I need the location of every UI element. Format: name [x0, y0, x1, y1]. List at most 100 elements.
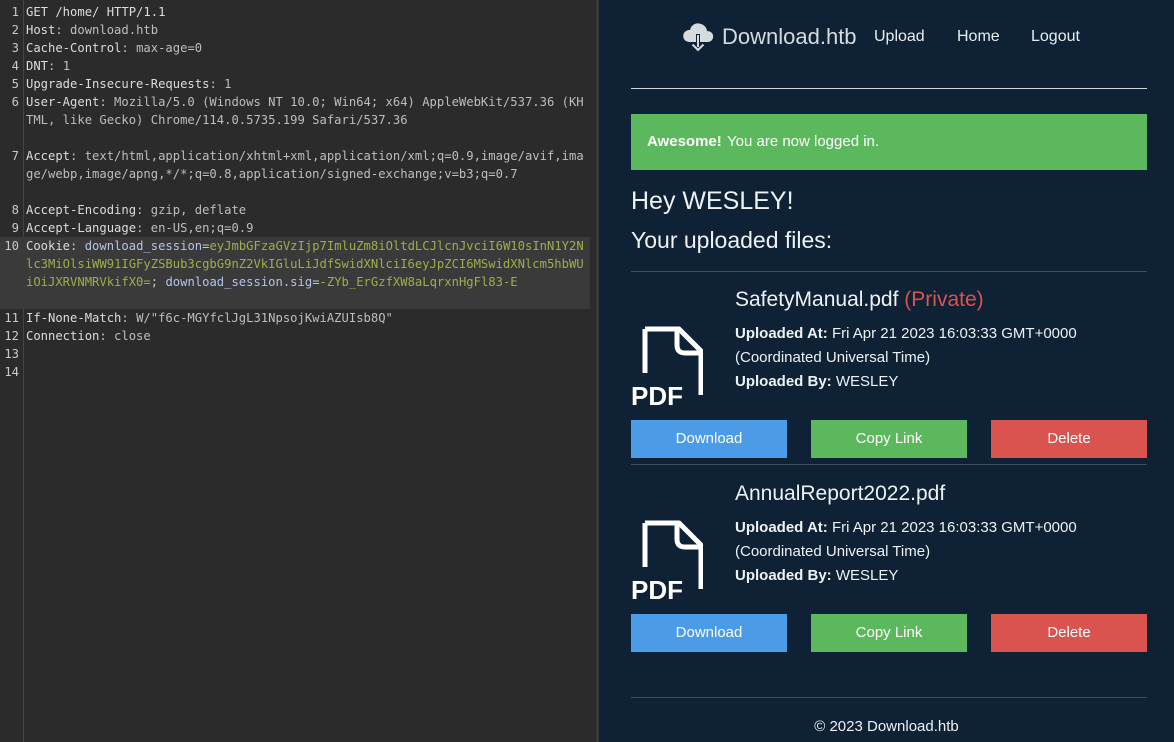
line-content: Cookie: download_session=eyJmbGFzaGVzIjp…: [26, 237, 586, 291]
file-name: SafetyManual.pdf (Private): [735, 287, 984, 313]
alert-strong: Awesome!: [647, 133, 722, 150]
header-value: : text/html,application/xhtml+xml,applic…: [26, 149, 584, 181]
request-line: 8 Accept-Encoding: gzip, deflate: [0, 201, 590, 219]
header-value: : en-US,en;q=0.9: [136, 221, 254, 235]
download-button[interactable]: Download: [631, 614, 787, 652]
line-content: If-None-Match: W/"f6c-MGYfclJgL31NpsojKw…: [26, 309, 586, 327]
request-line: 4 DNT: 1: [0, 57, 590, 75]
request-line: 7 Accept: text/html,application/xhtml+xml…: [0, 147, 590, 201]
request-line: 1 GET /home/ HTTP/1.1: [0, 3, 590, 21]
request-line: 10 Cookie: download_session=eyJmbGFzaGVzI…: [0, 237, 590, 309]
pdf-file-icon: PDF: [631, 326, 703, 407]
request-editor[interactable]: 1 GET /home/ HTTP/1.1 2 Host: download.htb 3…: [0, 0, 596, 742]
request-line: 3 Cache-Control: max-age=0: [0, 39, 590, 57]
nav-home-link[interactable]: Home: [957, 27, 1000, 47]
line-number: 12: [4, 329, 19, 343]
file-card: PDF AnnualReport2022.pdf Uploaded At: Fr…: [631, 481, 1147, 661]
header-value: : Mozilla/5.0 (Windows NT 10.0; Win64; x…: [26, 95, 584, 127]
file-name: AnnualReport2022.pdf: [735, 481, 945, 507]
line-number: 5: [11, 77, 19, 91]
footer-text: © 2023 Download.htb: [814, 718, 959, 735]
request-line: 2 Host: download.htb: [0, 21, 590, 39]
nav-divider: [631, 88, 1147, 89]
uploaded-at: Uploaded At: Fri Apr 21 2023 16:03:33 GM…: [735, 516, 1147, 564]
line-content: Accept-Encoding: gzip, deflate: [26, 201, 586, 219]
copy-link-button[interactable]: Copy Link: [811, 420, 967, 458]
request-line: 12 Connection: close: [0, 327, 590, 345]
greeting-heading: Hey WESLEY!: [631, 187, 794, 215]
line-number: 7: [11, 149, 19, 163]
line-number: 9: [11, 221, 19, 235]
line-content: DNT: 1: [26, 57, 586, 75]
file-separator: [631, 464, 1147, 465]
nav-upload-link[interactable]: Upload: [874, 27, 925, 47]
cookie-name: download_session: [84, 239, 203, 253]
header-value: : download.htb: [55, 23, 159, 37]
header-name: GET /home/ HTTP/1.1: [26, 5, 166, 19]
rendered-page: Download.htb Upload Home Logout Awesome!…: [599, 0, 1174, 742]
alert-text: You are now logged in.: [727, 133, 880, 150]
line-number: 11: [4, 311, 19, 325]
header-name: Cache-Control: [26, 41, 122, 55]
cookie-name: download_session.sig: [165, 275, 313, 289]
line-content: Accept-Language: en-US,en;q=0.9: [26, 219, 586, 237]
header-name: DNT: [26, 59, 49, 73]
uploaded-at-label: Uploaded At:: [735, 325, 828, 342]
header-name: Accept-Encoding: [26, 203, 137, 217]
header-value: : max-age=0: [121, 41, 203, 55]
uploaded-by: Uploaded By: WESLEY: [735, 370, 1147, 394]
line-number: 6: [11, 95, 19, 109]
header-value: ;: [150, 275, 166, 289]
brand-name[interactable]: Download.htb: [722, 24, 857, 50]
line-number: 2: [11, 23, 19, 37]
line-content: Connection: close: [26, 327, 586, 345]
line-number: 4: [11, 59, 19, 73]
request-line: 11 If-None-Match: W/"f6c-MGYfclJgL31Npsoj…: [0, 309, 590, 327]
copy-link-button[interactable]: Copy Link: [811, 614, 967, 652]
header-name: Accept-Language: [26, 221, 137, 235]
cloud-download-icon: [683, 23, 714, 54]
uploaded-at: Uploaded At: Fri Apr 21 2023 16:03:33 GM…: [735, 322, 1147, 370]
line-number: 3: [11, 41, 19, 55]
line-content: User-Agent: Mozilla/5.0 (Windows NT 10.0…: [26, 93, 586, 129]
header-value: : 1: [209, 77, 232, 91]
svg-text:PDF: PDF: [631, 575, 683, 601]
request-line: 6 User-Agent: Mozilla/5.0 (Windows NT 10.…: [0, 93, 590, 147]
uploaded-by-label: Uploaded By:: [735, 373, 832, 390]
request-line: 13: [0, 345, 590, 363]
footer-divider: [631, 697, 1147, 698]
file-separator: [631, 271, 1147, 272]
line-content: Host: download.htb: [26, 21, 586, 39]
line-number: 8: [11, 203, 19, 217]
header-value: : 1: [48, 59, 71, 73]
file-name-text: SafetyManual.pdf: [735, 288, 899, 311]
file-card: PDF SafetyManual.pdf (Private) Uploaded …: [631, 287, 1147, 467]
download-button[interactable]: Download: [631, 420, 787, 458]
pdf-file-icon: PDF: [631, 520, 703, 601]
nav-logout-link[interactable]: Logout: [1031, 27, 1080, 47]
line-content: Accept: text/html,application/xhtml+xml,…: [26, 147, 586, 183]
line-content: GET /home/ HTTP/1.1: [26, 3, 586, 21]
header-name: If-None-Match: [26, 311, 122, 325]
header-value: :: [70, 239, 85, 253]
uploaded-by: Uploaded By: WESLEY: [735, 564, 1147, 588]
line-number: 13: [4, 347, 19, 361]
file-name-text: AnnualReport2022.pdf: [735, 482, 946, 505]
line-number: 1: [11, 5, 19, 19]
header-value: : W/"f6c-MGYfclJgL31NpsojKwiAZUIsb8Q": [121, 311, 393, 325]
request-line: 14: [0, 363, 590, 381]
line-number: 10: [4, 239, 19, 253]
svg-text:PDF: PDF: [631, 381, 683, 407]
delete-button[interactable]: Delete: [991, 420, 1147, 458]
header-name: Accept: [26, 149, 71, 163]
files-heading: Your uploaded files:: [631, 227, 833, 253]
header-value: : gzip, deflate: [136, 203, 247, 217]
header-name: Cookie: [26, 239, 71, 253]
private-badge: (Private): [904, 288, 984, 311]
line-number: 14: [4, 365, 19, 379]
delete-button[interactable]: Delete: [991, 614, 1147, 652]
uploaded-by-value: WESLEY: [835, 373, 899, 390]
success-alert: Awesome! You are now logged in.: [631, 114, 1147, 170]
header-name: Connection: [26, 329, 100, 343]
header-name: Upgrade-Insecure-Requests: [26, 77, 210, 91]
